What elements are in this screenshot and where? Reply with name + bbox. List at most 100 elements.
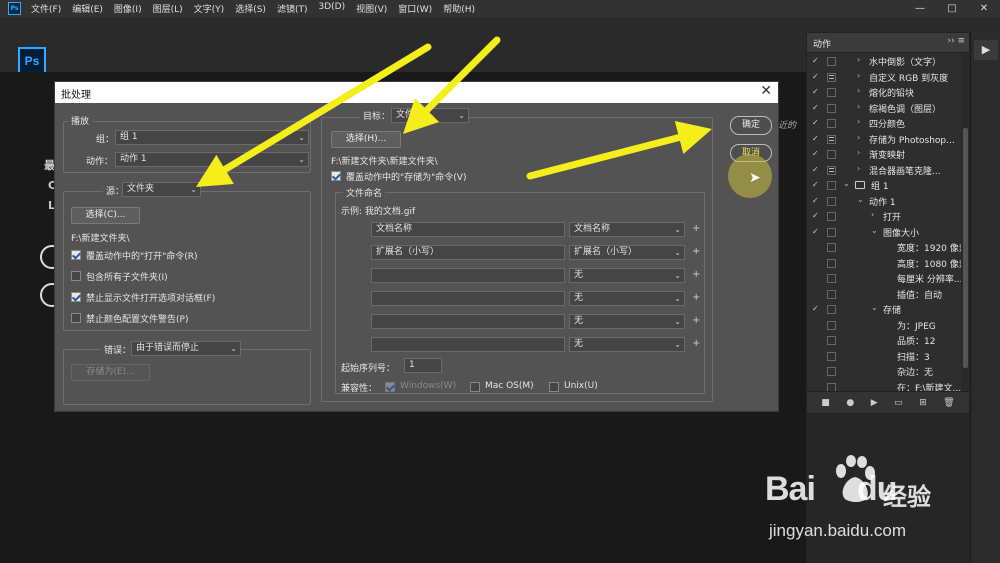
- chevron-right-icon[interactable]: ›: [857, 86, 860, 95]
- override-save-checkbox[interactable]: [331, 171, 341, 181]
- menu-item[interactable]: 图像(I): [114, 2, 142, 15]
- action-row[interactable]: 高度：1080 像素: [807, 256, 961, 272]
- add-icon[interactable]: +: [692, 315, 700, 326]
- chevron-right-icon[interactable]: ›: [857, 164, 860, 173]
- checkmark-icon[interactable]: ✓: [812, 56, 821, 65]
- target-select[interactable]: 文件夹 ⌄: [391, 108, 469, 123]
- dialog-toggle-empty[interactable]: [827, 305, 836, 314]
- dialog-toggle-empty[interactable]: [827, 119, 836, 128]
- chevron-right-icon[interactable]: ›: [871, 210, 874, 219]
- source-option-checkbox[interactable]: [71, 250, 81, 260]
- menu-item[interactable]: 滤镜(T): [277, 2, 308, 15]
- dialog-toggle-empty[interactable]: [827, 88, 836, 97]
- choose-source-button[interactable]: 选择(C)...: [71, 207, 140, 224]
- action-row[interactable]: 宽度：1920 像素: [807, 240, 961, 256]
- checkmark-icon[interactable]: ✓: [812, 304, 821, 313]
- menu-item[interactable]: 文件(F): [31, 2, 61, 15]
- dialog-toggle-empty[interactable]: [827, 243, 836, 252]
- action-row[interactable]: ✓ › 渐变映射: [807, 147, 961, 163]
- dialog-toggle-empty[interactable]: [827, 196, 836, 206]
- checkmark-icon[interactable]: ✓: [812, 118, 821, 127]
- dialog-toggle-icon[interactable]: [827, 72, 836, 82]
- tab-actions[interactable]: 动作: [813, 37, 831, 50]
- naming-select[interactable]: 无 ⌄: [569, 337, 685, 352]
- dialog-toggle-empty[interactable]: [827, 289, 836, 299]
- action-row[interactable]: ✓ › 自定义 RGB 到灰度: [807, 70, 961, 86]
- add-icon[interactable]: +: [692, 269, 700, 280]
- checkmark-icon[interactable]: ✓: [812, 196, 821, 205]
- naming-select[interactable]: 扩展名（小写） ⌄: [569, 245, 685, 260]
- menu-item[interactable]: 窗口(W): [398, 2, 432, 15]
- naming-select[interactable]: 文档名称 ⌄: [569, 222, 685, 237]
- dialog-toggle-empty[interactable]: [827, 274, 836, 283]
- errors-select[interactable]: 由于错误而停止 ⌄: [131, 341, 241, 356]
- source-option-checkbox[interactable]: [71, 292, 81, 302]
- checkmark-icon[interactable]: ✓: [812, 134, 821, 143]
- naming-text-field[interactable]: [371, 314, 565, 329]
- serial-input[interactable]: 1: [404, 358, 442, 373]
- minimize-button[interactable]: —: [904, 0, 936, 17]
- action-row[interactable]: ✓ ⌄ 动作 1: [807, 194, 961, 210]
- compat-checkbox[interactable]: [385, 382, 395, 392]
- dialog-toggle-empty[interactable]: [827, 103, 836, 113]
- action-row[interactable]: ✓ › 熔化的铅块: [807, 85, 961, 101]
- action-row[interactable]: 品质：12: [807, 333, 961, 349]
- action-row[interactable]: ✓ › 水中倒影（文字）: [807, 54, 961, 70]
- naming-text-field[interactable]: [371, 337, 565, 352]
- action-row[interactable]: ✓ ⌄ 存储: [807, 302, 961, 318]
- chevron-right-icon[interactable]: ›: [857, 71, 860, 80]
- menu-item[interactable]: 图层(L): [153, 2, 183, 15]
- menu-item[interactable]: 文字(Y): [194, 2, 225, 15]
- action-row[interactable]: ✓ › 棕褐色调（图层）: [807, 101, 961, 117]
- checkmark-icon[interactable]: ✓: [812, 165, 821, 174]
- dialog-toggle-empty[interactable]: [827, 258, 836, 268]
- naming-text-field[interactable]: 文档名称: [371, 222, 565, 237]
- maximize-button[interactable]: □: [936, 0, 968, 17]
- checkmark-icon[interactable]: ✓: [812, 72, 821, 81]
- play-icon[interactable]: ▶: [974, 40, 998, 60]
- action-row[interactable]: ✓ › 打开: [807, 209, 961, 225]
- dialog-toggle-empty[interactable]: [827, 367, 836, 376]
- dialog-toggle-empty[interactable]: [827, 181, 836, 190]
- checkmark-icon[interactable]: ✓: [812, 149, 821, 158]
- menu-item[interactable]: 视图(V): [356, 2, 387, 15]
- record-icon[interactable]: ●: [846, 398, 854, 408]
- new-action-icon[interactable]: ⊞: [919, 398, 927, 408]
- group-select[interactable]: 组 1 ⌄: [115, 130, 309, 145]
- dialog-toggle-icon[interactable]: [827, 134, 836, 144]
- choose-target-button[interactable]: 选择(H)...: [331, 131, 401, 148]
- add-icon[interactable]: +: [692, 338, 700, 349]
- naming-select[interactable]: 无 ⌄: [569, 291, 685, 306]
- checkmark-icon[interactable]: ✓: [812, 103, 821, 112]
- checkmark-icon[interactable]: ✓: [812, 87, 821, 96]
- chevron-down-icon[interactable]: ⌄: [871, 303, 878, 312]
- menu-item[interactable]: 选择(S): [235, 2, 266, 15]
- panel-menu-icon[interactable]: ›› ≡: [947, 36, 965, 46]
- add-icon[interactable]: +: [692, 292, 700, 303]
- delete-icon[interactable]: 🗑: [943, 398, 954, 408]
- close-icon[interactable]: ✕: [760, 83, 772, 99]
- chevron-right-icon[interactable]: ›: [857, 148, 860, 157]
- chevron-right-icon[interactable]: ›: [857, 133, 860, 142]
- source-select[interactable]: 文件夹 ⌄: [122, 182, 201, 197]
- menu-item[interactable]: 编辑(E): [72, 2, 103, 15]
- dialog-toggle-empty[interactable]: [827, 212, 836, 221]
- action-row[interactable]: 插值：自动: [807, 287, 961, 303]
- chevron-down-icon[interactable]: ⌄: [871, 226, 878, 235]
- naming-text-field[interactable]: [371, 291, 565, 306]
- action-row[interactable]: ✓ ⌄ 图像大小: [807, 225, 961, 241]
- compat-checkbox[interactable]: [549, 382, 559, 392]
- dialog-toggle-empty[interactable]: [827, 351, 836, 361]
- action-select[interactable]: 动作 1 ⌄: [115, 152, 309, 167]
- scroll-thumb[interactable]: [963, 128, 968, 368]
- dialog-toggle-empty[interactable]: [827, 227, 836, 237]
- action-row[interactable]: 扫描：3: [807, 349, 961, 365]
- action-row[interactable]: ✓ › 存储为 Photoshop...: [807, 132, 961, 148]
- action-row[interactable]: ✓ › 混合器画笔克隆...: [807, 163, 961, 179]
- play-icon[interactable]: ▶: [871, 398, 878, 408]
- add-icon[interactable]: +: [692, 223, 700, 234]
- action-row[interactable]: 为：JPEG: [807, 318, 961, 334]
- compat-checkbox[interactable]: [470, 382, 480, 392]
- naming-text-field[interactable]: [371, 268, 565, 283]
- source-option-checkbox[interactable]: [71, 313, 81, 323]
